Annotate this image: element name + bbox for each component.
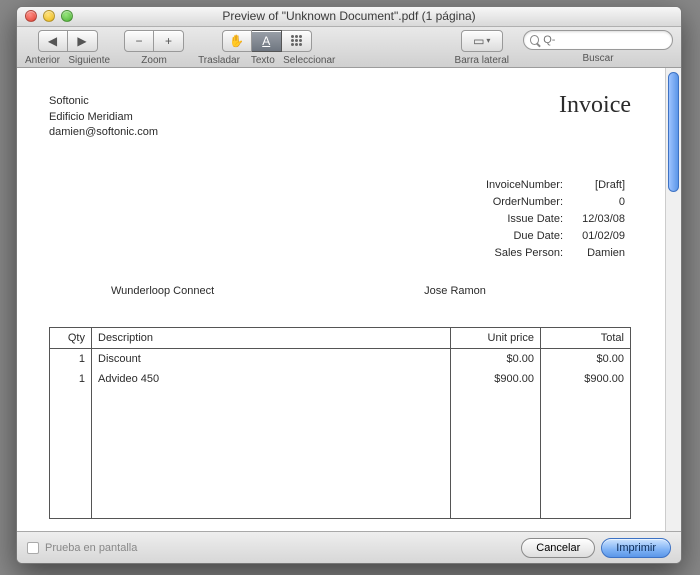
sender-block: Softonic Edificio Meridiam damien@softon… (49, 94, 158, 140)
table-filler (50, 389, 631, 519)
print-label: Imprimir (616, 542, 656, 554)
meta-value-due: 01/02/09 (569, 229, 629, 244)
page-viewport[interactable]: Softonic Edificio Meridiam damien@softon… (17, 68, 665, 531)
pdf-page: Softonic Edificio Meridiam damien@softon… (25, 76, 655, 531)
meta-value-invno: [Draft] (569, 178, 629, 193)
next-button[interactable]: ▶ (68, 30, 98, 52)
traffic-lights (17, 10, 73, 22)
minus-icon: − (136, 35, 143, 47)
arrow-right-icon: ▶ (77, 35, 86, 47)
marquee-icon (291, 35, 302, 46)
meta-label-invno: InvoiceNumber: (482, 178, 567, 193)
nav-labels: Anterior Siguiente (25, 55, 110, 66)
text-cursor-icon: A (262, 35, 270, 47)
col-qty: Qty (50, 327, 92, 348)
prev-button[interactable]: ◀ (38, 30, 68, 52)
scrollbar-thumb[interactable] (668, 72, 679, 192)
sender-addr: Edificio Meridiam (49, 110, 158, 125)
table-row: 1 Discount $0.00 $0.00 (50, 348, 631, 369)
document-area: Softonic Edificio Meridiam damien@softon… (17, 68, 681, 531)
move-tool-button[interactable]: ✋ (222, 30, 252, 52)
meta-label-due: Due Date: (482, 229, 567, 244)
col-total: Total (541, 327, 631, 348)
select-label: Seleccionar (283, 55, 335, 66)
zoom-out-button[interactable]: − (124, 30, 154, 52)
close-icon[interactable] (25, 10, 37, 22)
sidebar-label: Barra lateral (455, 55, 509, 66)
table-row: 1 Advideo 450 $900.00 $900.00 (50, 369, 631, 389)
cell-unit: $900.00 (451, 369, 541, 389)
cell-total: $900.00 (541, 369, 631, 389)
chevron-down-icon: ▾ (486, 36, 490, 45)
minimize-icon[interactable] (43, 10, 55, 22)
proof-label: Prueba en pantalla (45, 542, 137, 554)
print-button[interactable]: Imprimir (601, 538, 671, 558)
document-title: Invoice (559, 92, 631, 119)
titlebar: Preview of "Unknown Document".pdf (1 pág… (17, 7, 681, 27)
cell-qty: 1 (50, 369, 92, 389)
meta-value-issue: 12/03/08 (569, 212, 629, 227)
text-tool-button[interactable]: A (252, 30, 282, 52)
sidebar-group: ▭▾ Barra lateral (455, 30, 509, 66)
search-label: Buscar (582, 53, 613, 64)
meta-value-sales: Damien (569, 246, 629, 261)
cell-desc: Discount (92, 348, 451, 369)
zoom-group: − + Zoom (124, 30, 184, 66)
search-icon (530, 35, 539, 45)
move-label: Trasladar (198, 55, 240, 66)
cancel-label: Cancelar (536, 542, 580, 554)
cancel-button[interactable]: Cancelar (521, 538, 595, 558)
meta-label-sales: Sales Person: (482, 246, 567, 261)
preview-window: Preview of "Unknown Document".pdf (1 pág… (16, 6, 682, 564)
cell-total: $0.00 (541, 348, 631, 369)
line-items-table: Qty Description Unit price Total 1 Disco… (49, 327, 631, 520)
arrow-left-icon: ◀ (48, 35, 57, 47)
text-label: Texto (251, 55, 275, 66)
proof-checkbox[interactable] (27, 542, 39, 554)
search-group: Buscar (523, 30, 673, 64)
toolbar: ◀ ▶ Anterior Siguiente − + Zoom ✋ A Tras… (17, 27, 681, 68)
table-header-row: Qty Description Unit price Total (50, 327, 631, 348)
nav-group: ◀ ▶ Anterior Siguiente (25, 30, 110, 66)
prev-label: Anterior (25, 55, 60, 66)
col-desc: Description (92, 327, 451, 348)
zoom-in-button[interactable]: + (154, 30, 184, 52)
vertical-scrollbar[interactable] (665, 68, 681, 531)
cell-unit: $0.00 (451, 348, 541, 369)
party-b: Jose Ramon (424, 285, 486, 297)
plus-icon: + (165, 35, 172, 47)
hand-icon: ✋ (229, 34, 244, 48)
sidebar-toggle-button[interactable]: ▭▾ (461, 30, 503, 52)
select-tool-button[interactable] (282, 30, 312, 52)
sidebar-icon: ▭ (473, 35, 484, 47)
meta-label-issue: Issue Date: (482, 212, 567, 227)
meta-label-ordno: OrderNumber: (482, 195, 567, 210)
tool-labels: Trasladar Texto Seleccionar (198, 55, 335, 66)
sender-name: Softonic (49, 94, 158, 109)
meta-value-ordno: 0 (569, 195, 629, 210)
zoom-icon[interactable] (61, 10, 73, 22)
col-unit: Unit price (451, 327, 541, 348)
sheet-bottom-bar: Prueba en pantalla Cancelar Imprimir (17, 531, 681, 563)
zoom-label: Zoom (141, 55, 167, 66)
search-input[interactable] (543, 34, 666, 46)
parties-row: Wunderloop Connect Jose Ramon (49, 285, 631, 297)
window-title: Preview of "Unknown Document".pdf (1 pág… (17, 9, 681, 23)
tool-group: ✋ A Trasladar Texto Seleccionar (198, 30, 335, 66)
next-label: Siguiente (68, 55, 110, 66)
sender-email: damien@softonic.com (49, 125, 158, 140)
cell-desc: Advideo 450 (92, 369, 451, 389)
search-field-wrap[interactable] (523, 30, 673, 50)
cell-qty: 1 (50, 348, 92, 369)
invoice-meta: InvoiceNumber:[Draft] OrderNumber:0 Issu… (49, 176, 631, 262)
party-a: Wunderloop Connect (111, 285, 214, 297)
